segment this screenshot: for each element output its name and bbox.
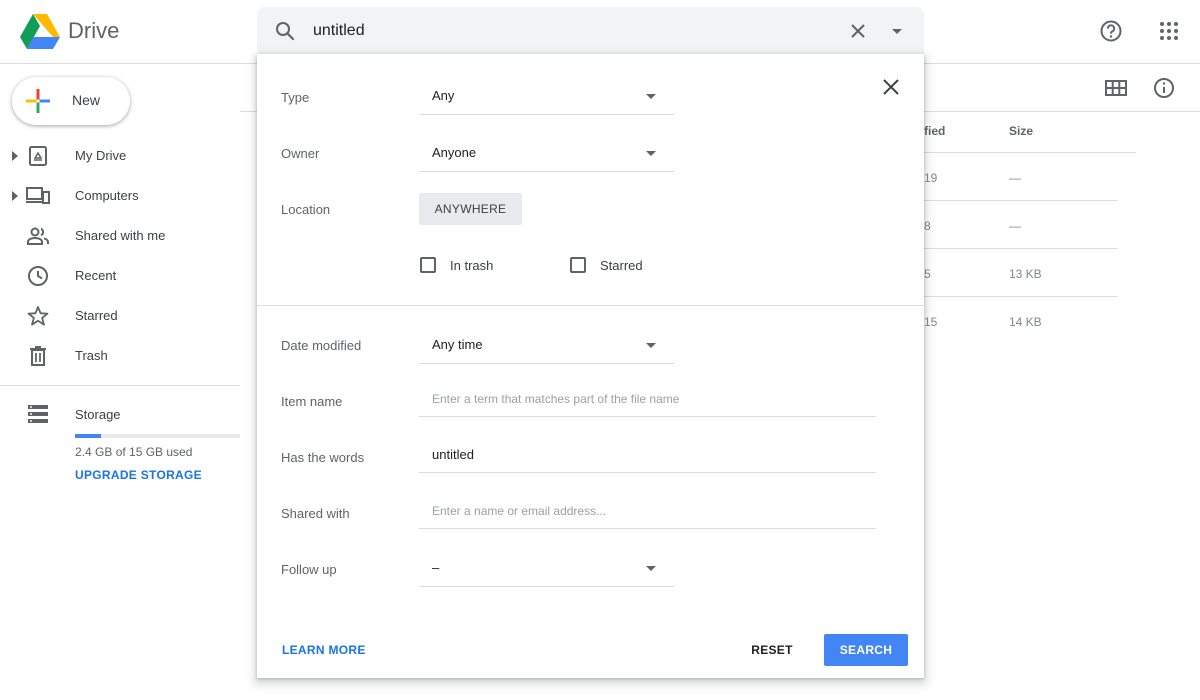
sidebar-divider xyxy=(0,385,240,386)
date-modified-dropdown[interactable]: Any time xyxy=(419,328,674,364)
sidebar-item-trash[interactable]: Trash xyxy=(0,336,240,376)
storage-used-text: 2.4 GB of 15 GB used xyxy=(75,445,193,459)
type-dropdown[interactable]: Any xyxy=(419,79,674,115)
upgrade-storage-link[interactable]: UPGRADE STORAGE xyxy=(75,468,202,482)
column-header-modified[interactable]: fied xyxy=(924,124,945,138)
row-divider xyxy=(920,296,1118,297)
file-size-cell: 14 KB xyxy=(1009,315,1042,329)
shared-with-input[interactable] xyxy=(419,493,876,529)
computers-icon xyxy=(26,187,50,204)
dropdown-arrow-icon xyxy=(646,151,656,156)
sidebar-item-label: Recent xyxy=(75,268,117,283)
storage-progress-bar xyxy=(75,434,240,438)
sidebar-item-computers[interactable]: Computers xyxy=(0,176,240,216)
location-anywhere-button[interactable]: ANYWHERE xyxy=(419,193,522,225)
owner-label: Owner xyxy=(281,146,320,161)
clear-search-icon[interactable] xyxy=(846,19,870,43)
has-the-words-input[interactable] xyxy=(419,437,876,473)
storage-label[interactable]: Storage xyxy=(75,407,121,422)
storage-progress-fill xyxy=(75,434,102,438)
follow-up-dropdown[interactable]: – xyxy=(419,551,674,587)
apps-grid-icon[interactable] xyxy=(1154,16,1184,46)
app-title[interactable]: Drive xyxy=(68,18,119,44)
search-icon[interactable] xyxy=(273,19,297,43)
in-trash-label[interactable]: In trash xyxy=(450,258,493,273)
help-icon[interactable] xyxy=(1096,16,1126,46)
storage-icon xyxy=(28,405,48,423)
grid-view-icon[interactable] xyxy=(1104,76,1128,100)
follow-up-value: – xyxy=(432,560,440,575)
location-label: Location xyxy=(281,202,331,217)
search-button[interactable]: SEARCH xyxy=(824,634,908,666)
reset-button[interactable]: RESET xyxy=(737,634,807,666)
has-the-words-label: Has the words xyxy=(281,450,365,465)
new-button-label: New xyxy=(72,92,101,108)
my-drive-icon xyxy=(29,146,47,166)
item-name-label: Item name xyxy=(281,394,343,409)
dropdown-arrow-icon xyxy=(646,566,656,571)
file-size-cell: — xyxy=(1009,219,1021,233)
expand-caret-icon[interactable] xyxy=(11,191,19,201)
shared-with-label: Shared with xyxy=(281,506,350,521)
info-icon[interactable] xyxy=(1152,76,1176,100)
date-modified-value: Any time xyxy=(432,337,483,352)
sidebar-item-label: Trash xyxy=(75,348,108,363)
star-icon xyxy=(27,306,49,326)
sidebar-item-shared-with-me[interactable]: Shared with me xyxy=(0,216,240,256)
sidebar-item-label: Shared with me xyxy=(75,228,166,243)
people-icon xyxy=(27,227,49,245)
row-divider xyxy=(920,200,1118,201)
starred-checkbox[interactable] xyxy=(570,257,586,273)
file-size-cell: — xyxy=(1009,171,1021,185)
sidebar-item-label: Computers xyxy=(75,188,139,203)
column-header-size[interactable]: Size xyxy=(1009,124,1033,138)
close-icon[interactable] xyxy=(879,75,903,99)
file-size-cell: 13 KB xyxy=(1009,267,1042,281)
type-label: Type xyxy=(281,90,310,105)
file-modified-cell: 19 xyxy=(924,171,938,185)
dropdown-arrow-icon xyxy=(646,94,656,99)
dialog-divider xyxy=(257,305,924,306)
dropdown-arrow-icon xyxy=(646,343,656,348)
type-value: Any xyxy=(432,88,455,103)
sidebar-item-my-drive[interactable]: My Drive xyxy=(0,136,240,176)
sidebar-item-recent[interactable]: Recent xyxy=(0,256,240,296)
follow-up-label: Follow up xyxy=(281,562,337,577)
plus-icon xyxy=(26,89,50,113)
item-name-input[interactable] xyxy=(419,381,876,417)
row-divider xyxy=(920,152,1136,153)
row-divider xyxy=(920,248,1118,249)
expand-caret-icon[interactable] xyxy=(11,151,19,161)
starred-label[interactable]: Starred xyxy=(600,258,643,273)
owner-dropdown[interactable]: Anyone xyxy=(419,136,674,172)
advanced-search-dialog: Type Any Owner Anyone Location ANYWHERE … xyxy=(257,54,924,678)
file-modified-cell: 5 xyxy=(924,267,931,281)
date-modified-label: Date modified xyxy=(281,338,362,353)
new-button[interactable]: New xyxy=(12,77,130,125)
sidebar-item-label: My Drive xyxy=(75,148,127,163)
owner-value: Anyone xyxy=(432,145,477,160)
trash-icon xyxy=(30,346,46,366)
file-modified-cell: 15 xyxy=(924,315,938,329)
clock-icon xyxy=(28,266,48,286)
search-input[interactable] xyxy=(313,17,833,45)
sidebar-item-starred[interactable]: Starred xyxy=(0,296,240,336)
drive-logo-icon[interactable] xyxy=(20,13,60,49)
search-options-icon[interactable] xyxy=(885,19,909,43)
sidebar-item-label: Starred xyxy=(75,308,118,323)
file-modified-cell: 8 xyxy=(924,219,931,233)
search-bar xyxy=(257,7,924,54)
in-trash-checkbox[interactable] xyxy=(420,257,436,273)
learn-more-link[interactable]: LEARN MORE xyxy=(282,643,366,657)
